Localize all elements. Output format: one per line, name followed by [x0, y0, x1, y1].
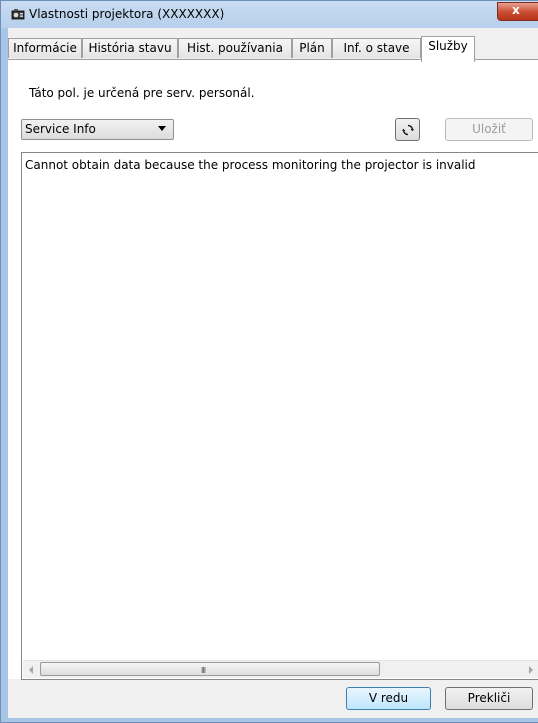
refresh-button[interactable] — [395, 118, 420, 141]
tab-strip: Informácie História stavu Hist. používan… — [8, 36, 538, 62]
projector-icon — [11, 9, 25, 20]
save-button[interactable]: Uložiť — [445, 118, 533, 141]
close-button[interactable]: x — [497, 2, 538, 21]
refresh-icon — [402, 124, 414, 136]
service-info-output[interactable]: Cannot obtain data because the process m… — [21, 152, 538, 680]
tab-panel-sluzby: Táto pol. je určená pre serv. personál. … — [8, 59, 538, 680]
horizontal-scrollbar[interactable]: III — [23, 660, 538, 678]
window-title: Vlastnosti projektora (XXXXXXX) — [29, 7, 225, 21]
tab-inf-o-stave[interactable]: Inf. o stave — [332, 38, 421, 58]
scroll-right-icon[interactable] — [529, 666, 533, 674]
scroll-left-icon[interactable] — [29, 666, 33, 674]
tab-plan[interactable]: Plán — [292, 38, 332, 58]
properties-window: Vlastnosti projektora (XXXXXXX) x Inform… — [0, 0, 538, 723]
info-type-value: Service Info — [25, 122, 96, 136]
tab-hist-pouzivania[interactable]: Hist. používania — [178, 38, 292, 58]
dialog-client-area: Informácie História stavu Hist. používan… — [8, 28, 538, 718]
service-info-message: Cannot obtain data because the process m… — [25, 158, 476, 172]
title-bar[interactable]: Vlastnosti projektora (XXXXXXX) x — [1, 1, 538, 28]
scrollbar-thumb[interactable]: III — [40, 662, 380, 676]
info-type-select[interactable]: Service Info — [21, 119, 174, 140]
service-notice: Táto pol. je určená pre serv. personál. — [29, 86, 255, 100]
chevron-down-icon — [158, 126, 166, 131]
tab-informacie[interactable]: Informácie — [8, 38, 82, 58]
tab-historia-stavu[interactable]: História stavu — [82, 38, 178, 58]
ok-button[interactable]: V redu — [346, 687, 431, 710]
scrollbar-grip: III — [201, 666, 206, 675]
close-icon: x — [512, 3, 520, 17]
cancel-button[interactable]: Prekliči — [445, 687, 533, 710]
tab-sluzby[interactable]: Služby — [421, 36, 475, 62]
